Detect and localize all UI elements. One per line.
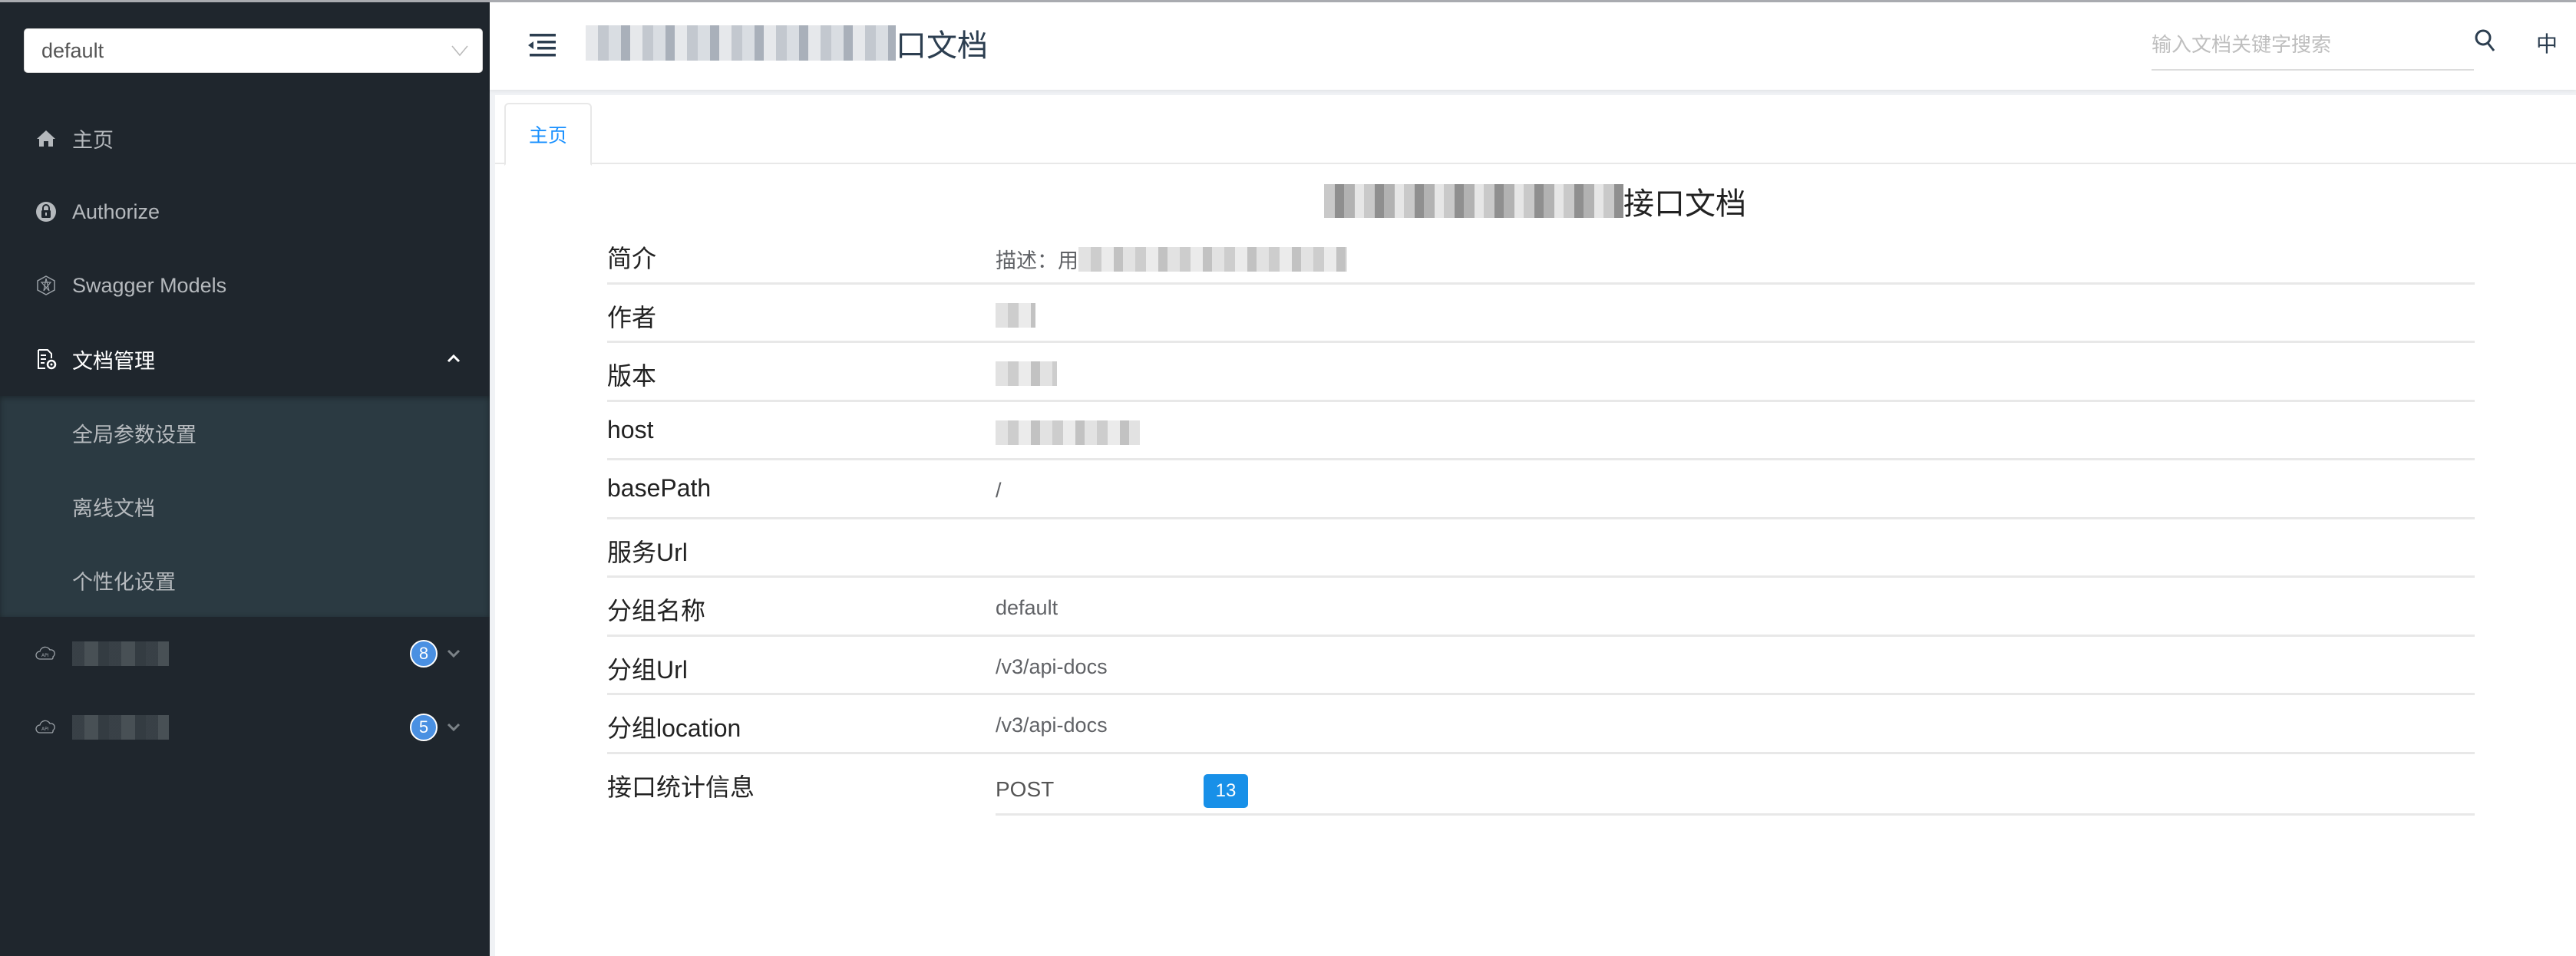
description-prefix: 描述：用 bbox=[996, 249, 1078, 272]
sidebar-item-swagger-models[interactable]: Swagger Models bbox=[0, 249, 490, 322]
info-value: / bbox=[996, 479, 1002, 502]
info-key: 分组Url bbox=[607, 655, 688, 684]
info-row-host: host bbox=[607, 402, 2475, 460]
sidebar-api-group[interactable]: API 5 bbox=[0, 691, 490, 764]
sidebar-nav: 主页 Authorize Swagger Models 文档管理 全局参数设置 … bbox=[0, 101, 490, 764]
sidebar: default 主页 Authorize Swagger Models 文档管理… bbox=[0, 0, 490, 956]
group-select-value: default bbox=[41, 38, 104, 62]
search-input[interactable] bbox=[2152, 23, 2474, 66]
sidebar-item-label: 离线文档 bbox=[72, 496, 155, 520]
info-row-service-url: 服务Url bbox=[607, 519, 2475, 578]
group-select[interactable]: default bbox=[24, 28, 483, 73]
info-row-basepath: basePath / bbox=[607, 460, 2475, 519]
info-key: 版本 bbox=[607, 362, 657, 390]
info-row-group-name: 分组名称 default bbox=[607, 578, 2475, 637]
info-row-version: 版本 bbox=[607, 343, 2475, 402]
sidebar-item-global-params[interactable]: 全局参数设置 bbox=[0, 396, 490, 470]
redacted-title-prefix bbox=[586, 25, 896, 61]
doc-title: 接口文档 bbox=[1324, 180, 1746, 223]
page-title-suffix: 口文档 bbox=[896, 29, 988, 63]
language-toggle[interactable]: 中 bbox=[2536, 28, 2558, 58]
chevron-down-icon bbox=[447, 721, 461, 732]
search-field bbox=[2152, 23, 2474, 71]
sidebar-item-authorize[interactable]: Authorize bbox=[0, 175, 490, 249]
sidebar-item-label: Authorize bbox=[72, 199, 160, 223]
redacted-group-name bbox=[72, 715, 169, 740]
document-management-submenu: 全局参数设置 离线文档 个性化设置 bbox=[0, 396, 490, 617]
home-icon bbox=[34, 126, 58, 150]
collapse-menu-icon[interactable] bbox=[527, 32, 556, 58]
info-key: 作者 bbox=[607, 303, 657, 331]
models-icon bbox=[34, 273, 58, 298]
api-stat-item: POST 13 bbox=[996, 773, 2475, 816]
lock-icon bbox=[34, 199, 58, 224]
chevron-down-icon bbox=[451, 45, 468, 57]
redacted-value bbox=[996, 420, 1140, 445]
info-key: 分组名称 bbox=[607, 597, 706, 625]
document-settings-icon bbox=[34, 347, 58, 371]
svg-text:API: API bbox=[41, 653, 49, 658]
api-cloud-icon: API bbox=[34, 715, 58, 740]
info-row-description: 简介 描述：用 bbox=[607, 226, 2475, 285]
sidebar-item-label: 主页 bbox=[72, 128, 114, 152]
sidebar-item-label: Swagger Models bbox=[72, 273, 227, 297]
doc-title-suffix: 接口文档 bbox=[1623, 187, 1746, 221]
info-key: basePath bbox=[607, 474, 712, 502]
main-content: 主页 接口文档 简介 描述：用 作者 版本 host basePath / 服务… bbox=[495, 95, 2576, 956]
sidebar-item-home[interactable]: 主页 bbox=[0, 101, 490, 175]
sidebar-item-personal-settings[interactable]: 个性化设置 bbox=[0, 543, 490, 617]
page-title: 口文档 bbox=[586, 23, 988, 63]
redacted-group-name bbox=[72, 641, 169, 666]
info-key: 服务Url bbox=[607, 538, 688, 566]
api-count-badge: 5 bbox=[410, 714, 438, 741]
info-row-group-location: 分组location /v3/api-docs bbox=[607, 695, 2475, 754]
info-value bbox=[996, 420, 1140, 445]
tab-bar: 主页 bbox=[495, 95, 2576, 166]
sidebar-item-offline-docs[interactable]: 离线文档 bbox=[0, 470, 490, 543]
redacted-value bbox=[996, 302, 1035, 328]
sidebar-item-label: 个性化设置 bbox=[72, 570, 176, 594]
info-key: 接口统计信息 bbox=[607, 773, 755, 801]
svg-text:API: API bbox=[41, 727, 49, 732]
sidebar-api-group[interactable]: API 8 bbox=[0, 617, 490, 691]
info-row-api-stats: 接口统计信息 POST 13 bbox=[607, 754, 2475, 823]
sidebar-item-label: 文档管理 bbox=[72, 349, 155, 373]
api-cloud-icon: API bbox=[34, 641, 58, 666]
info-value bbox=[996, 361, 1057, 386]
info-row-group-url: 分组Url /v3/api-docs bbox=[607, 637, 2475, 695]
tab-home[interactable]: 主页 bbox=[504, 103, 592, 166]
redacted-value bbox=[996, 361, 1057, 386]
info-value: 描述：用 bbox=[996, 244, 1347, 274]
top-header: 口文档 中 bbox=[490, 0, 2576, 90]
sidebar-item-document-management[interactable]: 文档管理 bbox=[0, 322, 490, 396]
redacted-doc-title-prefix bbox=[1324, 184, 1623, 218]
info-row-author: 作者 bbox=[607, 285, 2475, 343]
method-count-badge: 13 bbox=[1204, 773, 1248, 808]
info-value bbox=[996, 302, 1035, 328]
api-count-badge: 8 bbox=[410, 640, 438, 668]
http-method: POST bbox=[996, 776, 1055, 801]
chevron-up-icon bbox=[447, 353, 461, 364]
info-value: /v3/api-docs bbox=[996, 654, 1108, 678]
info-key: 简介 bbox=[607, 245, 657, 272]
info-value: /v3/api-docs bbox=[996, 714, 1108, 737]
window-top-border bbox=[0, 0, 2576, 2]
chevron-down-icon bbox=[447, 648, 461, 658]
info-value: default bbox=[996, 596, 1058, 619]
search-icon[interactable] bbox=[2474, 28, 2497, 54]
sidebar-item-label: 全局参数设置 bbox=[72, 423, 197, 447]
doc-info-table: 简介 描述：用 作者 版本 host basePath / 服务Url 分组名称… bbox=[607, 226, 2475, 823]
redacted-value bbox=[1078, 246, 1347, 272]
info-key: host bbox=[607, 415, 654, 443]
info-key: 分组location bbox=[607, 714, 741, 742]
